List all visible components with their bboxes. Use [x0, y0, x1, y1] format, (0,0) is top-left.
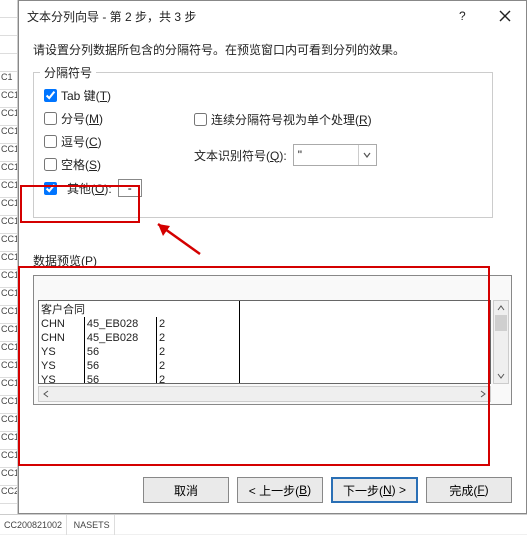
preview-cell: CHN [39, 331, 84, 345]
bg-cell: CC1 [0, 450, 17, 468]
table-row: CHN45_EB0282 [39, 331, 239, 345]
delimiters-legend: 分隔符号 [40, 64, 96, 81]
bg-cell: CC1 [0, 468, 17, 486]
bg-cell: CC1 [0, 108, 17, 126]
preview-cell: 45_EB028 [84, 317, 156, 331]
scroll-right-icon[interactable] [476, 387, 490, 401]
text-qualifier-row: 文本识别符号(Q): " [194, 144, 494, 166]
consecutive-delimiters-label: 连续分隔符号视为单个处理(R) [211, 111, 372, 128]
dialog-footer: 取消 < 上一步(B) 下一步(N) > 完成(F) [143, 477, 512, 503]
preview-cell: 2 [157, 317, 239, 331]
delimiters-fieldset: 分隔符号 Tab 键(T) 分号(M) 逗号(C) 空格(S) 其他(O): [33, 72, 493, 218]
bg-cell [0, 54, 17, 72]
chevron-down-icon [358, 145, 376, 165]
preview-cell: 56 [84, 373, 156, 384]
bg-cell [0, 0, 17, 18]
delimiter-tab-row[interactable]: Tab 键(T) [44, 87, 482, 104]
delimiter-space-label: 空格(S) [61, 156, 101, 173]
text-qualifier-label: 文本识别符号(Q): [194, 147, 287, 164]
consecutive-delimiters-row[interactable]: 连续分隔符号视为单个处理(R) [194, 111, 494, 128]
preview-cell: 2 [157, 345, 239, 359]
scroll-left-icon[interactable] [39, 387, 53, 401]
table-row: CHN45_EB0282 [39, 317, 239, 331]
preview-cell: 56 [84, 359, 156, 373]
bg-cell: CC1 [0, 396, 17, 414]
delimiter-other-row: 其他(O): [44, 179, 482, 197]
bg-cell: CC1 [0, 432, 17, 450]
consecutive-delimiters-checkbox[interactable] [194, 113, 207, 126]
preview-cell: 56 [84, 345, 156, 359]
table-row: YS562 [39, 373, 239, 384]
svg-text:?: ? [459, 10, 466, 22]
preview-grid: 客户合同CHN45_EB0282CHN45_EB0282YS562YS562YS… [38, 300, 491, 384]
bg-cell: CC2 [0, 486, 17, 504]
bg-cell: CC1 [0, 342, 17, 360]
bg-cell: CC1 [0, 378, 17, 396]
bg-cell: CC1 [0, 270, 17, 288]
preview-horizontal-scrollbar[interactable] [38, 386, 491, 402]
background-bottom-row: CC200821002 NASETS [0, 514, 527, 534]
delimiter-comma-checkbox[interactable] [44, 135, 57, 148]
preview-cell: CHN [39, 317, 84, 331]
bg-cell: CC1 [0, 288, 17, 306]
instruction-text: 请设置分列数据所包含的分隔符号。在预览窗口内可看到分列的效果。 [33, 41, 512, 58]
bg-cell: CC1 [0, 360, 17, 378]
table-row: YS562 [39, 345, 239, 359]
preview-cell: YS [39, 345, 84, 359]
bg-cell [0, 18, 17, 36]
delimiter-semicolon-checkbox[interactable] [44, 112, 57, 125]
preview-cell: 2 [157, 331, 239, 345]
delimiter-semicolon-label: 分号(M) [61, 110, 103, 127]
bg-cell: CC1 [0, 252, 17, 270]
cancel-button[interactable]: 取消 [143, 477, 229, 503]
delimiter-tab-label: Tab 键(T) [61, 87, 111, 104]
bg-cell: CC1 [0, 234, 17, 252]
bg-cell: CC1 [0, 306, 17, 324]
close-button[interactable] [484, 1, 526, 31]
scroll-down-icon[interactable] [494, 369, 508, 383]
text-qualifier-combo[interactable]: " [293, 144, 377, 166]
delimiter-comma-label: 逗号(C) [61, 133, 102, 150]
preview-cell: 45_EB028 [84, 331, 156, 345]
finish-button[interactable]: 完成(F) [426, 477, 512, 503]
text-qualifier-value: " [298, 148, 302, 162]
preview-cell: YS [39, 373, 84, 384]
preview-label: 数据预览(P) [33, 252, 512, 269]
scroll-thumb[interactable] [495, 315, 507, 331]
bg-cell: C1 [0, 72, 17, 90]
help-button[interactable]: ? [442, 1, 484, 31]
bg-bottom-cell-1: CC200821002 [0, 515, 67, 535]
titlebar: 文本分列向导 - 第 2 步，共 3 步 ? [19, 1, 526, 31]
delimiter-other-input[interactable] [118, 179, 142, 197]
delimiter-other-checkbox[interactable] [44, 182, 57, 195]
bg-cell [0, 36, 17, 54]
delimiter-other-label: 其他(O): [67, 180, 112, 197]
bg-cell: CC1 [0, 198, 17, 216]
preview-box: 客户合同CHN45_EB0282CHN45_EB0282YS562YS562YS… [33, 275, 512, 405]
bg-cell: CC1 [0, 324, 17, 342]
delimiter-space-checkbox[interactable] [44, 158, 57, 171]
preview-cell: 2 [157, 359, 239, 373]
bg-bottom-cell-2: NASETS [70, 515, 115, 535]
preview-header-cell: 客户合同 [39, 301, 239, 317]
preview-vertical-scrollbar[interactable] [493, 300, 509, 384]
bg-cell: CC1 [0, 414, 17, 432]
bg-cell: CC1 [0, 144, 17, 162]
delimiters-right-column: 连续分隔符号视为单个处理(R) 文本识别符号(Q): " [194, 105, 494, 166]
bg-cell: CC1 [0, 162, 17, 180]
back-button[interactable]: < 上一步(B) [237, 477, 323, 503]
preview-cell: YS [39, 359, 84, 373]
table-row: YS562 [39, 359, 239, 373]
bg-cell: CC1 [0, 90, 17, 108]
background-sheet: C1CC1CC1CC1CC1CC1CC1CC1CC1CC1CC1CC1CC1CC… [0, 0, 18, 534]
delimiter-tab-checkbox[interactable] [44, 89, 57, 102]
bg-cell: CC1 [0, 216, 17, 234]
dialog-title: 文本分列向导 - 第 2 步，共 3 步 [27, 8, 442, 25]
next-button[interactable]: 下一步(N) > [331, 477, 418, 503]
bg-cell: CC1 [0, 126, 17, 144]
wizard-dialog: 文本分列向导 - 第 2 步，共 3 步 ? 请设置分列数据所包含的分隔符号。在… [18, 0, 527, 514]
bg-cell: CC1 [0, 180, 17, 198]
scroll-up-icon[interactable] [494, 301, 508, 315]
preview-cell: 2 [157, 373, 239, 384]
